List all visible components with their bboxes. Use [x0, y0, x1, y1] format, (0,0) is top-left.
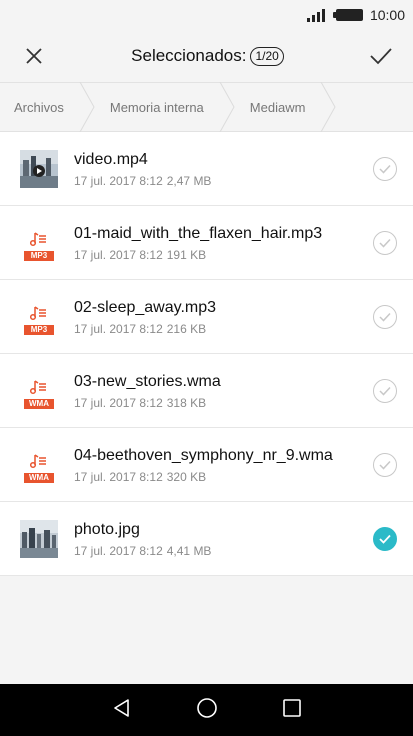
file-info: 01-maid_with_the_flaxen_hair.mp3 17 jul.… [74, 224, 373, 262]
back-triangle-icon [113, 698, 129, 717]
file-meta: 17 jul. 2017 8:12 318 KB [74, 396, 373, 410]
file-date: 17 jul. 2017 8:12 [74, 247, 163, 262]
breadcrumb: Archivos Memoria interna Mediawm [0, 82, 413, 132]
file-meta: 17 jul. 2017 8:12 2,47 MB [74, 174, 373, 188]
file-info: 03-new_stories.wma 17 jul. 2017 8:12 318 … [74, 372, 373, 410]
chevron-right-icon [320, 82, 336, 132]
video-thumbnail [20, 149, 58, 188]
file-size: 191 KB [166, 247, 207, 262]
audio-file-icon: MP3 [20, 224, 58, 262]
selection-counter-badge: 1/20 [250, 46, 284, 66]
home-button[interactable] [196, 697, 218, 724]
select-checkbox[interactable] [373, 304, 397, 329]
file-meta: 17 jul. 2017 8:12 191 KB [74, 248, 373, 262]
breadcrumb-label: Memoria interna [109, 99, 204, 115]
audio-file-icon: WMA [20, 372, 58, 410]
file-name: 01-maid_with_the_flaxen_hair.mp3 [74, 224, 323, 242]
selection-title: Seleccionados: 1/20 [131, 46, 284, 66]
select-checkbox-checked[interactable] [373, 526, 397, 551]
select-checkbox[interactable] [373, 452, 397, 477]
file-size: 320 KB [166, 469, 207, 484]
file-row[interactable]: WMA 03-new_stories.wma 17 jul. 2017 8:12… [0, 354, 413, 428]
file-name: 04-beethoven_symphony_nr_9.wma [74, 446, 333, 464]
file-date: 17 jul. 2017 8:12 [74, 543, 163, 558]
checkmark-icon [379, 386, 391, 396]
checkmark-icon [379, 312, 391, 322]
file-name: 02-sleep_away.mp3 [74, 298, 217, 316]
file-type-badge: WMA [24, 398, 54, 409]
breadcrumb-item-memoria-interna[interactable]: Memoria interna [96, 82, 236, 132]
status-bar: 10:00 [0, 0, 413, 30]
chevron-right-icon [219, 82, 235, 132]
breadcrumb-item-archivos[interactable]: Archivos [0, 82, 96, 132]
file-name: photo.jpg [74, 520, 140, 538]
battery-icon [332, 9, 363, 21]
file-type-badge: MP3 [24, 250, 54, 261]
checkmark-icon [370, 48, 392, 65]
file-list: video.mp4 17 jul. 2017 8:122,47 MB MP3 [0, 132, 413, 576]
back-button[interactable] [112, 698, 132, 723]
file-size: 4,41 MB [166, 543, 212, 558]
signal-icon [306, 8, 325, 22]
file-info: video.mp4 17 jul. 2017 8:12 2,47 MB [74, 150, 373, 188]
file-name: video.mp4 [74, 150, 148, 168]
file-name: 03-new_stories.wma [74, 372, 221, 390]
checkmark-icon [379, 534, 391, 544]
breadcrumb-label: Archivos [14, 99, 64, 115]
select-checkbox[interactable] [373, 230, 397, 255]
checkmark-icon [379, 238, 391, 248]
file-date: 17 jul. 2017 8:12 [74, 395, 163, 410]
file-meta: 17 jul. 2017 8:12 320 KB [74, 470, 373, 484]
home-circle-icon [196, 697, 217, 718]
file-type-badge: WMA [24, 472, 54, 483]
file-date: 17 jul. 2017 8:12 [74, 173, 163, 188]
file-meta: 17 jul. 2017 8:12 216 KB [74, 322, 373, 336]
selection-label: Seleccionados: [131, 46, 247, 65]
file-info: 02-sleep_away.mp3 17 jul. 2017 8:12 216 K… [74, 298, 373, 336]
file-row[interactable]: WMA 04-beethoven_symphony_nr_9.wma 17 ju… [0, 428, 413, 502]
checkmark-icon [379, 460, 391, 470]
recents-square-icon [282, 698, 301, 717]
breadcrumb-item-mediawm[interactable]: Mediawm [236, 82, 338, 132]
audio-file-icon: MP3 [20, 298, 58, 336]
file-type-badge: MP3 [24, 324, 54, 335]
system-nav-bar [0, 684, 413, 736]
close-button[interactable] [20, 42, 48, 70]
selection-header: Seleccionados: 1/20 [0, 30, 413, 82]
image-thumbnail [20, 519, 58, 558]
file-row[interactable]: MP3 01-maid_with_the_flaxen_hair.mp3 17 … [0, 206, 413, 280]
file-size: 2,47 MB [166, 173, 212, 188]
select-checkbox[interactable] [373, 156, 397, 181]
file-info: 04-beethoven_symphony_nr_9.wma 17 jul. 2… [74, 446, 373, 484]
recents-button[interactable] [282, 698, 302, 723]
file-date: 17 jul. 2017 8:12 [74, 469, 163, 484]
file-info: photo.jpg 17 jul. 2017 8:12 4,41 MB [74, 520, 373, 558]
checkmark-icon [379, 164, 391, 174]
file-size: 318 KB [166, 395, 207, 410]
audio-file-icon: WMA [20, 446, 58, 484]
close-icon [26, 48, 42, 64]
file-date: 17 jul. 2017 8:12 [74, 321, 163, 336]
file-meta: 17 jul. 2017 8:12 4,41 MB [74, 544, 373, 558]
file-row[interactable]: video.mp4 17 jul. 2017 8:12 2,47 MB [0, 132, 413, 206]
confirm-button[interactable] [367, 42, 395, 70]
status-time: 10:00 [369, 7, 405, 23]
file-row[interactable]: photo.jpg 17 jul. 2017 8:12 4,41 MB [0, 502, 413, 576]
breadcrumb-label: Mediawm [249, 99, 306, 115]
file-row[interactable]: MP3 02-sleep_away.mp3 17 jul. 2017 8:12 2… [0, 280, 413, 354]
chevron-right-icon [79, 82, 95, 132]
file-size: 216 KB [166, 321, 207, 336]
select-checkbox[interactable] [373, 378, 397, 403]
